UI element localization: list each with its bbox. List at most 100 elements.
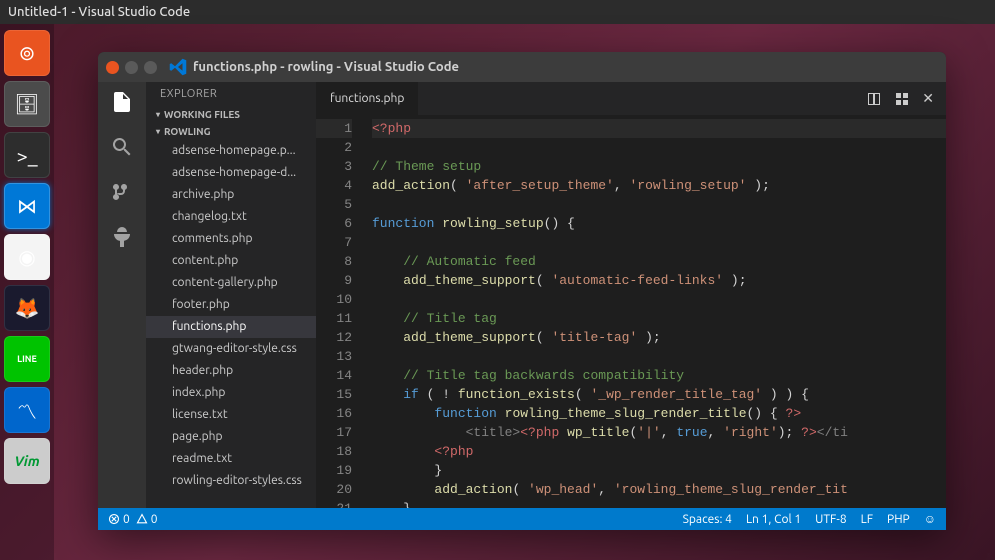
code-line[interactable]: // Automatic feed [372,252,946,271]
line-number: 17 [316,423,352,442]
line-number: 8 [316,252,352,271]
launcher-monitor[interactable]: 〽 [4,387,50,433]
line-number: 12 [316,328,352,347]
line-number: 18 [316,442,352,461]
window-maximize-button[interactable] [144,61,157,74]
file-item[interactable]: content-gallery.php [146,272,316,294]
code-line[interactable]: <title><?php wp_title('|', true, 'right'… [372,423,946,442]
code-line[interactable]: } [372,461,946,480]
line-number: 3 [316,157,352,176]
code-line[interactable]: add_theme_support( 'title-tag' ); [372,328,946,347]
line-number: 9 [316,271,352,290]
launcher-line[interactable]: LINE [4,336,50,382]
file-item[interactable]: functions.php [146,316,316,338]
code-line[interactable]: add_theme_support( 'automatic-feed-links… [372,271,946,290]
status-spaces[interactable]: Spaces: 4 [683,513,732,526]
file-item[interactable]: license.txt [146,404,316,426]
launcher-vscode[interactable]: ⋈ [4,183,50,229]
split-editor-icon[interactable] [866,91,882,107]
file-item[interactable]: header.php [146,360,316,382]
line-number: 21 [316,499,352,508]
code-line[interactable]: if ( ! function_exists( '_wp_render_titl… [372,385,946,404]
code-line[interactable]: function rowling_setup() { [372,214,946,233]
launcher-terminal[interactable]: >_ [4,132,50,178]
launcher-chrome[interactable]: ◉ [4,234,50,280]
file-item[interactable]: readme.txt [146,448,316,470]
line-number: 5 [316,195,352,214]
code-line[interactable] [372,138,946,157]
code-line[interactable]: <?php [372,442,946,461]
window-close-button[interactable] [106,61,119,74]
launcher-files[interactable]: 🗄 [4,81,50,127]
line-number: 11 [316,309,352,328]
window-titlebar[interactable]: functions.php - rowling - Visual Studio … [98,52,946,82]
editor-area: functions.php ✕ 123456789101112131415161… [316,82,946,508]
code-line[interactable]: // Theme setup [372,157,946,176]
code-line[interactable] [372,195,946,214]
line-number: 6 [316,214,352,233]
unity-launcher: ⊚ 🗄 >_ ⋈ ◉ 🦊 LINE 〽 Vim [0,24,54,560]
status-warnings[interactable]: 0 [136,513,158,526]
code-line[interactable] [372,233,946,252]
code-line[interactable]: <?php [372,119,946,138]
file-item[interactable]: rowling-editor-styles.css [146,470,316,492]
file-item[interactable]: gtwang-editor-style.css [146,338,316,360]
status-errors[interactable]: 0 [108,513,130,526]
debug-activity-icon[interactable] [110,225,134,252]
status-feedback-icon[interactable]: ☺ [924,512,936,526]
file-item[interactable]: index.php [146,382,316,404]
code-line[interactable]: add_action( 'wp_head', 'rowling_theme_sl… [372,480,946,499]
line-number: 13 [316,347,352,366]
working-files-header[interactable]: WORKING FILES [146,106,316,123]
editor-tab-bar: functions.php ✕ [316,82,946,115]
line-number: 20 [316,480,352,499]
system-title: Untitled-1 - Visual Studio Code [8,5,190,19]
search-activity-icon[interactable] [110,135,134,162]
file-item[interactable]: changelog.txt [146,206,316,228]
status-language[interactable]: PHP [887,513,910,526]
launcher-vim[interactable]: Vim [4,438,50,484]
project-header[interactable]: ROWLING [146,123,316,140]
file-item[interactable]: adsense-homepage.p... [146,140,316,162]
line-number: 15 [316,385,352,404]
line-number: 1 [316,119,352,138]
file-item[interactable]: footer.php [146,294,316,316]
file-item[interactable]: comments.php [146,228,316,250]
launcher-firefox[interactable]: 🦊 [4,285,50,331]
status-position[interactable]: Ln 1, Col 1 [746,513,801,526]
file-item[interactable]: page.php [146,426,316,448]
line-number-gutter: 123456789101112131415161718192021 [316,115,364,508]
close-editor-icon[interactable]: ✕ [922,90,934,107]
line-number: 4 [316,176,352,195]
code-content[interactable]: <?php // Theme setupadd_action( 'after_s… [364,115,946,508]
file-item[interactable]: archive.php [146,184,316,206]
line-number: 10 [316,290,352,309]
activity-bar [98,82,146,508]
explorer-sidebar: EXPLORER WORKING FILES ROWLING adsense-h… [146,82,316,508]
status-bar: 0 0 Spaces: 4 Ln 1, Col 1 UTF-8 LF PHP ☺ [98,508,946,530]
system-menu-bar: Untitled-1 - Visual Studio Code [0,0,995,24]
code-line[interactable]: // Title tag backwards compatibility [372,366,946,385]
code-line[interactable] [372,290,946,309]
git-activity-icon[interactable] [110,180,134,207]
code-editor[interactable]: 123456789101112131415161718192021 <?php … [316,115,946,508]
tab-functions-php[interactable]: functions.php [316,82,419,115]
code-line[interactable]: // Title tag [372,309,946,328]
code-line[interactable]: } [372,499,946,508]
more-actions-icon[interactable] [894,91,910,107]
sidebar-title: EXPLORER [146,82,316,106]
code-line[interactable] [372,347,946,366]
launcher-ubuntu[interactable]: ⊚ [4,30,50,76]
file-item[interactable]: adsense-homepage-d... [146,162,316,184]
window-minimize-button[interactable] [125,61,138,74]
code-line[interactable]: add_action( 'after_setup_theme', 'rowlin… [372,176,946,195]
window-title: functions.php - rowling - Visual Studio … [193,60,459,74]
status-eol[interactable]: LF [861,513,873,526]
explorer-activity-icon[interactable] [110,90,134,117]
status-encoding[interactable]: UTF-8 [815,513,846,526]
code-line[interactable]: function rowling_theme_slug_render_title… [372,404,946,423]
line-number: 19 [316,461,352,480]
line-number: 16 [316,404,352,423]
file-item[interactable]: content.php [146,250,316,272]
line-number: 7 [316,233,352,252]
